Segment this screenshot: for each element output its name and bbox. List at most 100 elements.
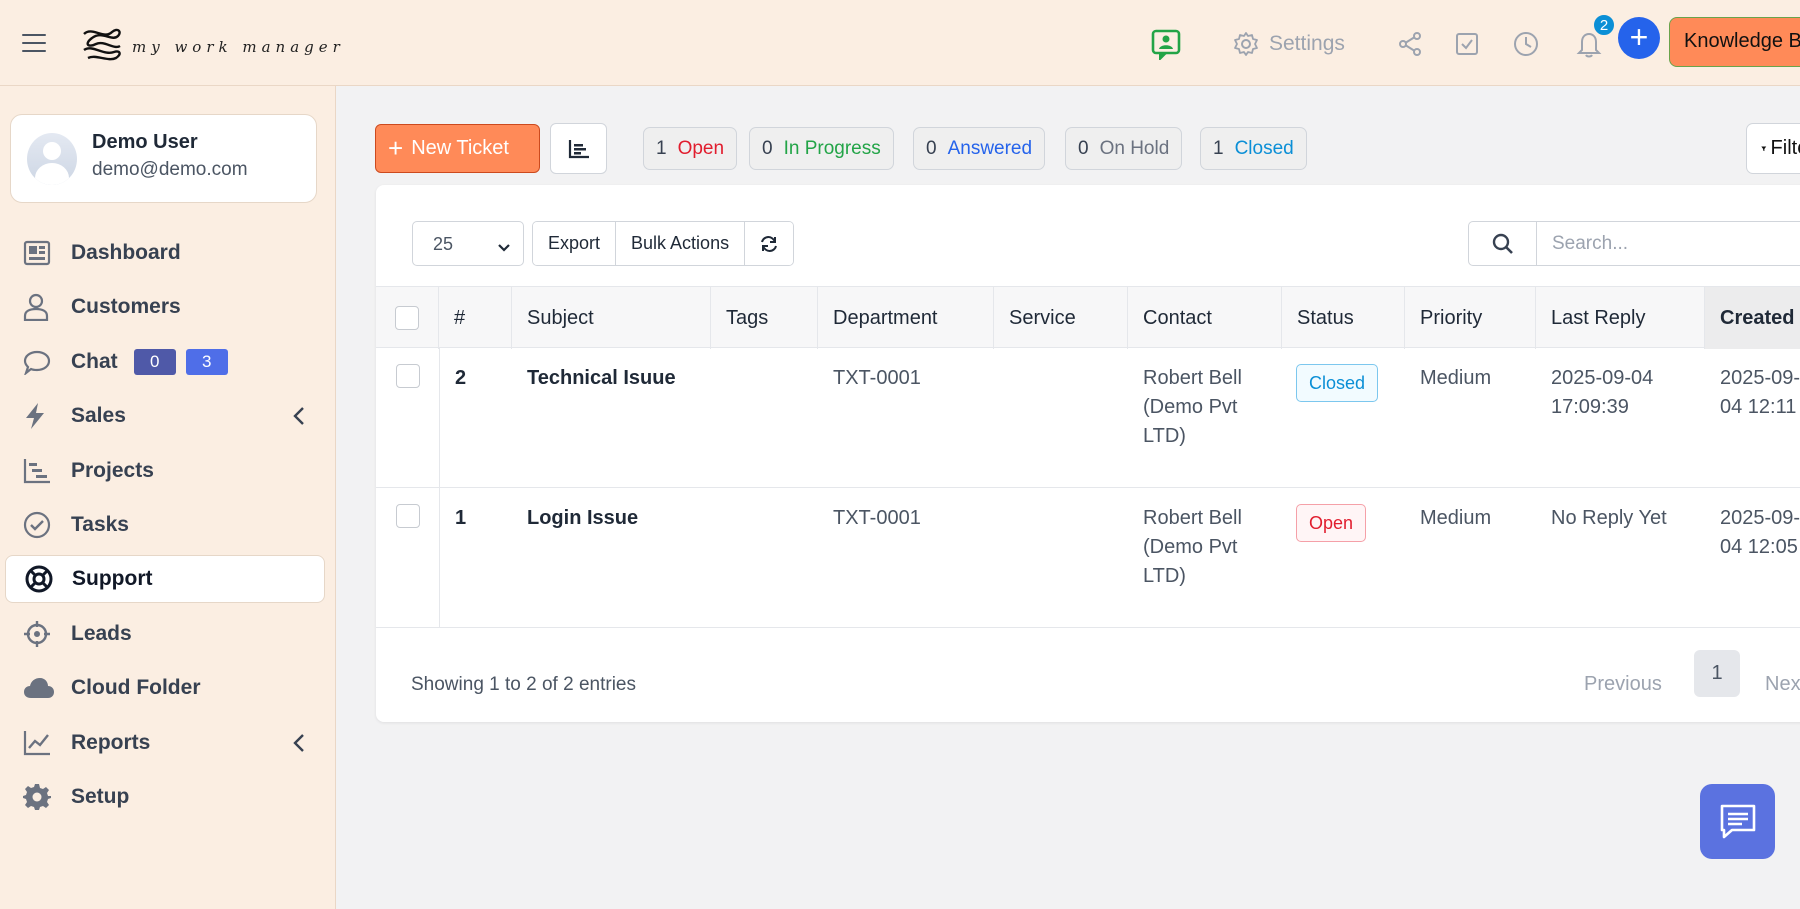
knowledge-base-button[interactable]: Knowledge Base bbox=[1669, 17, 1800, 67]
ticket-priority: Medium bbox=[1420, 507, 1492, 529]
column-header-last-reply[interactable]: Last Reply bbox=[1536, 287, 1705, 349]
bulk-actions-button[interactable]: Bulk Actions bbox=[616, 222, 746, 265]
chevron-left-icon bbox=[293, 733, 305, 758]
chat-icon bbox=[1720, 804, 1755, 838]
sidebar-item-customers[interactable]: Customers bbox=[5, 283, 325, 331]
sidebar-item-label: Customers bbox=[71, 295, 181, 318]
chat-count-badge: 3 bbox=[185, 349, 228, 375]
new-ticket-label: New Ticket bbox=[411, 137, 509, 159]
sidebar-item-support[interactable]: Support bbox=[5, 555, 325, 603]
ticket-department: TXT-0001 bbox=[833, 367, 921, 389]
user-name: Demo User bbox=[92, 131, 198, 153]
column-header-status[interactable]: Status bbox=[1282, 287, 1405, 349]
export-button[interactable]: Export bbox=[533, 222, 617, 265]
gantt-icon bbox=[23, 456, 57, 486]
hamburger-menu-icon[interactable] bbox=[22, 34, 46, 52]
column-header-created[interactable]: Created bbox=[1705, 287, 1800, 349]
main-content: + New Ticket 1 Open 0 In Progress 0 Answ… bbox=[337, 86, 1800, 909]
ticket-subject-link[interactable]: Login Issue bbox=[527, 504, 638, 533]
entries-info: Showing 1 to 2 of 2 entries bbox=[411, 674, 636, 695]
per-page-select[interactable]: 25 bbox=[412, 221, 524, 266]
chevron-down-icon bbox=[497, 237, 511, 258]
column-header-department[interactable]: Department bbox=[818, 287, 994, 349]
sidebar-item-projects[interactable]: Projects bbox=[5, 447, 325, 495]
created-line: 04 12:05 bbox=[1720, 536, 1798, 558]
sidebar-item-label: Leads bbox=[71, 622, 132, 645]
column-header-tags[interactable]: Tags bbox=[711, 287, 818, 349]
table-actions-group: Export Bulk Actions bbox=[532, 221, 795, 266]
status-filter-in-progress[interactable]: 0 In Progress bbox=[749, 127, 894, 170]
quick-add-button[interactable]: + bbox=[1618, 17, 1660, 59]
column-header-subject[interactable]: Subject bbox=[512, 287, 711, 349]
row-checkbox[interactable] bbox=[396, 364, 420, 388]
ticket-contact[interactable]: Robert Bell (Demo Pvt LTD) bbox=[1143, 364, 1242, 451]
sidebar-item-sales[interactable]: Sales bbox=[5, 392, 325, 440]
status-filter-open[interactable]: 1 Open bbox=[643, 127, 738, 170]
chevron-left-icon bbox=[293, 406, 305, 431]
refresh-button[interactable] bbox=[745, 222, 794, 265]
ticket-id: 1 bbox=[455, 507, 467, 529]
cloud-icon bbox=[23, 673, 57, 703]
gear-icon bbox=[1234, 32, 1258, 56]
checkbox-icon[interactable] bbox=[1451, 28, 1483, 60]
column-header-priority[interactable]: Priority bbox=[1405, 287, 1536, 349]
filters-button[interactable]: Filters bbox=[1746, 123, 1800, 174]
app-logo[interactable]: my work manager bbox=[78, 24, 345, 64]
status-label: Open bbox=[677, 137, 725, 159]
column-header-service[interactable]: Service bbox=[994, 287, 1128, 349]
search-icon[interactable] bbox=[1469, 222, 1537, 265]
select-all-checkbox[interactable] bbox=[395, 306, 419, 330]
new-ticket-button[interactable]: + New Ticket bbox=[375, 124, 540, 173]
row-checkbox[interactable] bbox=[396, 504, 420, 528]
table-row[interactable]: 1 Login Issue TXT-0001 Robert Bell (Demo… bbox=[376, 488, 1800, 628]
pagination-page-1[interactable]: 1 bbox=[1694, 650, 1740, 697]
status-count: 0 bbox=[926, 137, 937, 159]
pagination-next[interactable]: Next bbox=[1765, 673, 1800, 696]
sidebar-item-reports[interactable]: Reports bbox=[5, 719, 325, 767]
per-page-value: 25 bbox=[433, 234, 454, 254]
refresh-icon bbox=[761, 235, 778, 252]
sidebar-item-chat[interactable]: Chat 0 3 bbox=[5, 338, 325, 386]
user-profile-card[interactable]: Demo User demo@demo.com bbox=[10, 114, 317, 203]
filters-label: Filters bbox=[1770, 137, 1800, 159]
chat-bubble-icon bbox=[23, 347, 57, 377]
status-filter-on-hold[interactable]: 0 On Hold bbox=[1065, 127, 1183, 170]
created-line: 04 12:11 bbox=[1720, 396, 1797, 418]
lifebuoy-icon bbox=[24, 564, 58, 594]
ticket-subject-link[interactable]: Technical Isuue bbox=[527, 364, 676, 393]
sidebar-item-cloud-folder[interactable]: Cloud Folder bbox=[5, 664, 325, 712]
user-icon bbox=[23, 292, 57, 322]
ticket-department: TXT-0001 bbox=[833, 507, 921, 529]
share-icon[interactable] bbox=[1394, 28, 1426, 60]
line-chart-icon bbox=[23, 728, 57, 758]
last-reply-line: 2025-09-04 bbox=[1551, 367, 1654, 389]
message-person-icon[interactable] bbox=[1150, 28, 1182, 60]
table-row[interactable]: 2 Technical Isuue TXT-0001 Robert Bell (… bbox=[376, 348, 1800, 488]
table-search bbox=[1468, 221, 1800, 266]
sidebar-item-dashboard[interactable]: Dashboard bbox=[5, 229, 325, 277]
status-filter-answered[interactable]: 0 Answered bbox=[913, 127, 1046, 170]
status-filter-closed[interactable]: 1 Closed bbox=[1200, 127, 1307, 170]
settings-link[interactable]: Settings bbox=[1233, 28, 1345, 60]
row-divider bbox=[439, 348, 440, 488]
ticket-contact[interactable]: Robert Bell (Demo Pvt LTD) bbox=[1143, 504, 1242, 591]
pagination-previous[interactable]: Previous bbox=[1584, 673, 1662, 696]
search-input[interactable] bbox=[1537, 222, 1800, 265]
contact-line: LTD) bbox=[1143, 565, 1186, 587]
sidebar-item-setup[interactable]: Setup bbox=[5, 773, 325, 821]
column-header-id[interactable]: # bbox=[439, 287, 512, 349]
crosshair-icon bbox=[23, 619, 57, 649]
notification-count-badge: 2 bbox=[1592, 13, 1616, 37]
sidebar-item-leads[interactable]: Leads bbox=[5, 610, 325, 658]
chat-widget-button[interactable] bbox=[1700, 784, 1775, 859]
contact-line: (Demo Pvt bbox=[1143, 536, 1238, 558]
column-header-contact[interactable]: Contact bbox=[1128, 287, 1282, 349]
status-count: 0 bbox=[1078, 137, 1089, 159]
ticket-id: 2 bbox=[455, 367, 467, 389]
top-header: my work manager Settings 2 + Knowledge B… bbox=[0, 0, 1800, 86]
summary-chart-toggle-button[interactable] bbox=[550, 123, 607, 174]
clock-icon[interactable] bbox=[1510, 28, 1542, 60]
dashboard-icon bbox=[23, 238, 57, 268]
table-header-row: # Subject Tags Department Service Contac… bbox=[376, 286, 1800, 349]
sidebar-item-tasks[interactable]: Tasks bbox=[5, 501, 325, 549]
